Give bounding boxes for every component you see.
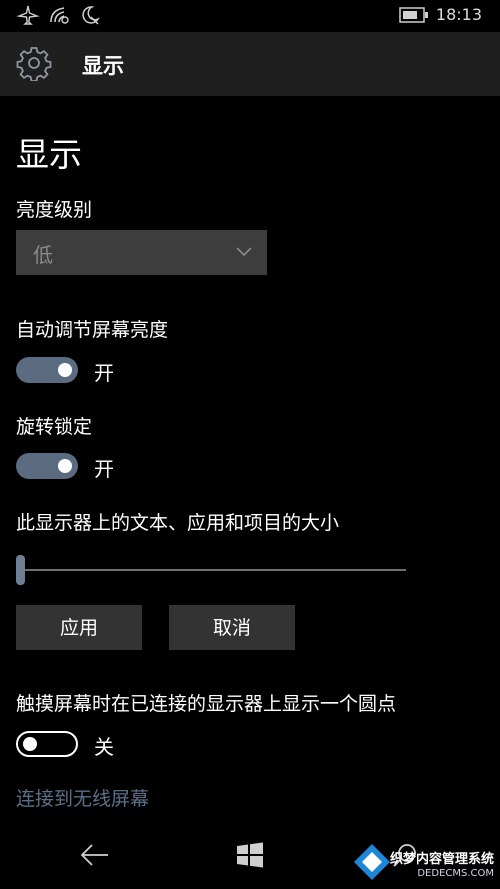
- scaling-label: 此显示器上的文本、应用和项目的大小: [16, 512, 340, 534]
- scaling-slider-track[interactable]: [22, 569, 406, 571]
- page-title: 显示: [16, 135, 82, 174]
- rotation-lock-toggle[interactable]: [16, 453, 78, 479]
- scaling-slider-thumb[interactable]: [16, 555, 25, 585]
- page-header: 显示: [0, 32, 500, 96]
- apply-button[interactable]: 应用: [16, 605, 142, 650]
- touch-dot-state: 关: [94, 735, 114, 759]
- brightness-label: 亮度级别: [16, 199, 93, 221]
- touch-dot-label: 触摸屏幕时在已连接的显示器上显示一个圆点: [16, 693, 397, 715]
- gear-icon: [16, 47, 52, 81]
- watermark-brand: 织梦内容管理系统: [389, 852, 494, 867]
- brightness-selected-value: 低: [33, 243, 53, 267]
- rotation-lock-label: 旋转锁定: [16, 416, 93, 438]
- status-bar: 18:13: [0, 0, 500, 32]
- back-icon[interactable]: [80, 842, 110, 868]
- chevron-down-icon: [236, 247, 252, 257]
- watermark-domain: DEDECMS.COM: [417, 868, 494, 879]
- status-time: 18:13: [435, 5, 482, 24]
- toggle-knob: [23, 737, 37, 751]
- toggle-knob: [58, 459, 72, 473]
- wifi-icon: [50, 7, 69, 24]
- toggle-knob: [58, 363, 72, 377]
- header-title: 显示: [82, 54, 124, 78]
- airplane-icon: [16, 5, 40, 25]
- rotation-lock-state: 开: [94, 457, 114, 481]
- watermark-logo-icon: [354, 844, 390, 880]
- battery-icon: [399, 7, 428, 23]
- auto-brightness-label: 自动调节屏幕亮度: [16, 319, 169, 341]
- auto-brightness-state: 开: [94, 361, 114, 385]
- connect-wireless-display-link[interactable]: 连接到无线屏幕: [16, 784, 149, 811]
- windows-start-icon[interactable]: [236, 841, 264, 869]
- auto-brightness-toggle[interactable]: [16, 357, 78, 383]
- brightness-dropdown[interactable]: 低: [16, 230, 267, 275]
- cancel-button[interactable]: 取消: [169, 605, 295, 650]
- quiet-hours-icon: [82, 6, 100, 25]
- touch-dot-toggle[interactable]: [16, 731, 78, 757]
